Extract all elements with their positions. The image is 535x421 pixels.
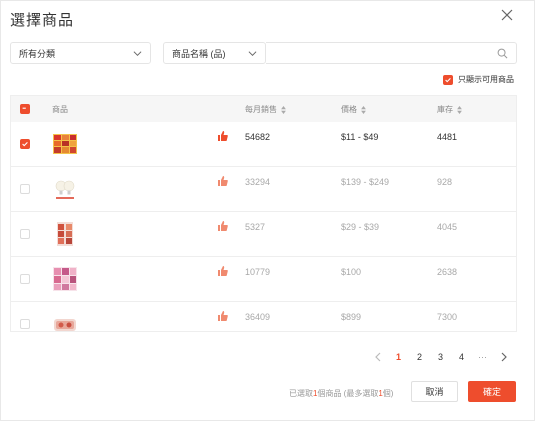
stock-value: 4045 [437,222,458,232]
search-field-select[interactable]: 商品名稱 (品) [163,42,266,64]
page-2-button[interactable]: 2 [409,352,430,362]
table-row[interactable]: 36409 $899 7300 [11,302,516,331]
row-checkbox[interactable] [20,229,30,239]
price-value: $29 - $39 [341,222,380,232]
close-icon[interactable] [500,8,514,22]
prev-page-button[interactable] [367,351,388,363]
only-available-label: 只顯示可用商品 [458,75,514,84]
thumbs-up-icon [218,311,228,321]
selection-mid: 個商品 (最多選取 [317,389,379,398]
selection-prefix: 已選取 [289,389,313,398]
thumbs-up-icon [218,266,228,276]
chevron-right-icon [501,352,507,362]
check-icon [445,77,451,82]
price-value: $11 - $49 [341,132,379,142]
sort-icon [361,105,366,114]
row-checkbox[interactable] [20,319,30,329]
monthly-sales-value: 10779 [245,267,271,277]
header-product: 商品 [52,104,68,115]
row-checkbox[interactable] [20,274,30,284]
selection-suffix: 個) [382,389,394,398]
page-ellipsis[interactable]: ··· [472,352,493,362]
only-available-checkbox[interactable] [443,74,453,85]
stock-value: 2638 [437,267,458,277]
chevron-down-icon [133,51,142,57]
thumbs-up-icon [218,131,228,141]
gift-box-icon [52,311,78,331]
snack-pack-icon [52,131,78,157]
pagination: 1 2 3 4 ··· [367,351,514,363]
header-monthly-sales-label: 每月銷售 [245,105,277,114]
price-value: $899 [341,312,362,322]
header-product-label: 商品 [52,105,68,114]
table-header: 商品 每月銷售 價格 庫存 [11,96,516,122]
monthly-sales-value: 54682 [245,132,271,142]
monthly-sales-value: 36409 [245,312,271,322]
sort-icon [457,105,462,114]
minus-icon [22,107,26,109]
monthly-sales-value: 5327 [245,222,266,232]
table-row[interactable]: 10779 $100 2638 [11,257,516,302]
header-price[interactable]: 價格 [341,104,366,115]
header-price-label: 價格 [341,105,357,114]
dialog-title: 選擇商品 [10,12,75,29]
table-row[interactable]: 33294 $139 - $249 928 [11,167,516,212]
category-select-value: 所有分類 [19,48,56,59]
header-stock[interactable]: 庫存 [437,104,462,115]
row-checkbox[interactable] [20,139,30,149]
table-row[interactable]: 54682 $11 - $49 4481 [11,122,516,167]
page-3-button[interactable]: 3 [430,352,451,362]
check-icon [22,142,28,147]
cancel-button[interactable]: 取消 [411,381,458,402]
only-available-toggle[interactable]: 只顯示可用商品 [443,74,514,85]
candy-pack-icon [52,266,78,292]
thumbs-up-icon [218,176,228,186]
search-icon[interactable] [497,48,508,59]
chevron-down-icon [248,51,257,57]
price-value: $100 [341,267,362,277]
search-input[interactable] [266,43,516,63]
stock-value: 4481 [437,132,458,142]
stock-value: 928 [437,177,453,187]
next-page-button[interactable] [493,351,514,363]
monthly-sales-value: 33294 [245,177,271,187]
header-monthly-sales[interactable]: 每月銷售 [245,104,286,115]
thumbs-up-icon [218,221,228,231]
page-1-button[interactable]: 1 [388,352,409,362]
sort-icon [281,105,286,114]
chevron-left-icon [374,352,380,362]
price-value: $139 - $249 [341,177,390,187]
page-4-button[interactable]: 4 [451,352,472,362]
table-row[interactable]: 5327 $29 - $39 4045 [11,212,516,257]
search-field-select-value: 商品名稱 (品) [172,48,226,59]
select-all-checkbox[interactable] [20,104,30,114]
category-select[interactable]: 所有分類 [10,42,151,64]
stock-value: 7300 [437,312,458,322]
selection-summary: 已選取1個商品 (最多選取1個) [289,388,393,399]
light-bulb-icon [52,176,78,202]
row-checkbox[interactable] [20,184,30,194]
search-box [266,42,517,64]
snack-bag-icon [52,221,78,247]
header-stock-label: 庫存 [437,105,453,114]
confirm-button[interactable]: 確定 [468,381,516,402]
product-table: 商品 每月銷售 價格 庫存 54682 $11 - $49 4481 33294… [10,95,517,332]
select-product-dialog: 選擇商品 所有分類 商品名稱 (品) 只顯示可用商品 商品 每月銷售 價格 庫存… [0,0,535,421]
